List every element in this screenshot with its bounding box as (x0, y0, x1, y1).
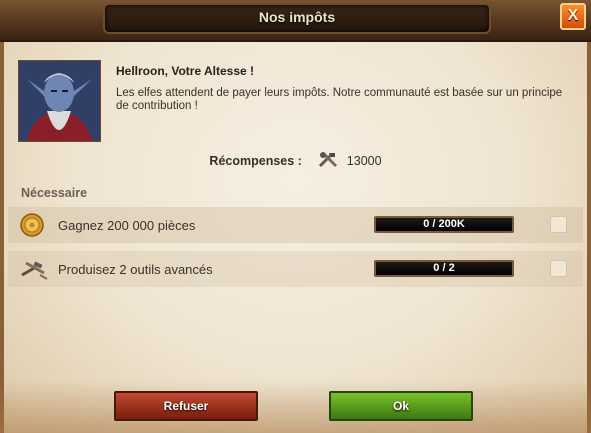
tools-icon (319, 152, 338, 168)
dialog-footer-shade (0, 380, 591, 433)
rewards-line: Récompenses : 13000 (0, 152, 591, 170)
progress-bar: 0 / 200K (374, 216, 514, 233)
dialog-title: Nos impôts (258, 9, 336, 25)
close-button[interactable]: X (560, 3, 586, 30)
requirement-label: Produisez 2 outils avancés (58, 262, 213, 277)
coin-icon (20, 213, 44, 237)
requirement-row-tools: Produisez 2 outils avancés 0 / 2 (8, 251, 583, 287)
requirements-heading: Nécessaire (21, 186, 88, 200)
advanced-tools-icon (20, 257, 48, 281)
rewards-label: Récompenses : (209, 154, 302, 168)
requirement-label: Gagnez 200 000 pièces (58, 218, 196, 233)
elf-advisor-image (19, 61, 100, 141)
refuse-button[interactable]: Refuser (114, 391, 258, 421)
quest-speaker: Hellroon, Votre Altesse ! (116, 64, 255, 78)
quest-dialog: Nos impôts X Hellroon, Votre Altesse ! L… (0, 0, 591, 433)
rewards-value: 13000 (346, 154, 382, 168)
requirement-row-coins: Gagnez 200 000 pièces 0 / 200K (8, 207, 583, 243)
requirement-checkbox (550, 216, 567, 233)
progress-bar: 0 / 2 (374, 260, 514, 277)
quest-message: Les elfes attendent de payer leurs impôt… (116, 87, 563, 112)
requirement-checkbox (550, 260, 567, 277)
ok-button[interactable]: Ok (329, 391, 473, 421)
advisor-portrait (18, 60, 101, 142)
